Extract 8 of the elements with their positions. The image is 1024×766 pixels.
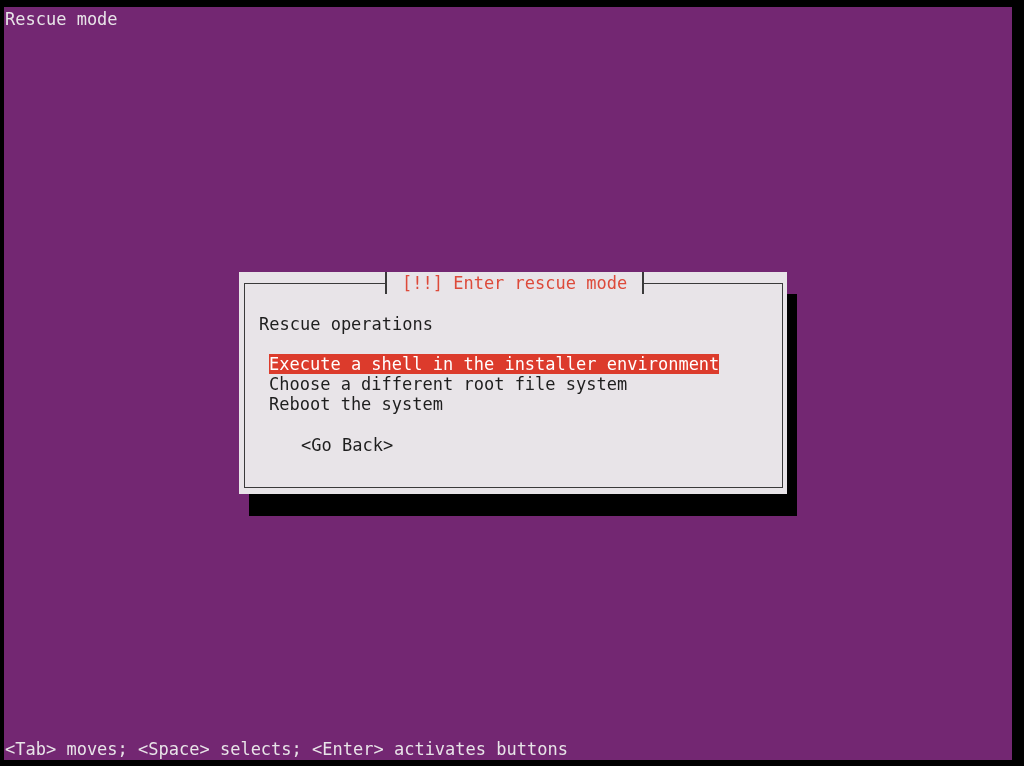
screen-title: Rescue mode: [4, 8, 119, 29]
dialog-title: [!!] Enter rescue mode: [385, 272, 645, 294]
help-line: <Tab> moves; <Space> selects; <Enter> activates buttons: [4, 739, 569, 760]
menu-option[interactable]: Execute a shell in the installer environment: [269, 354, 720, 374]
go-back-button[interactable]: <Go Back>: [301, 435, 394, 455]
dialog-prompt: Rescue operations: [259, 314, 434, 334]
menu-option[interactable]: Choose a different root file system: [269, 374, 628, 394]
menu-option[interactable]: Reboot the system: [269, 394, 443, 414]
